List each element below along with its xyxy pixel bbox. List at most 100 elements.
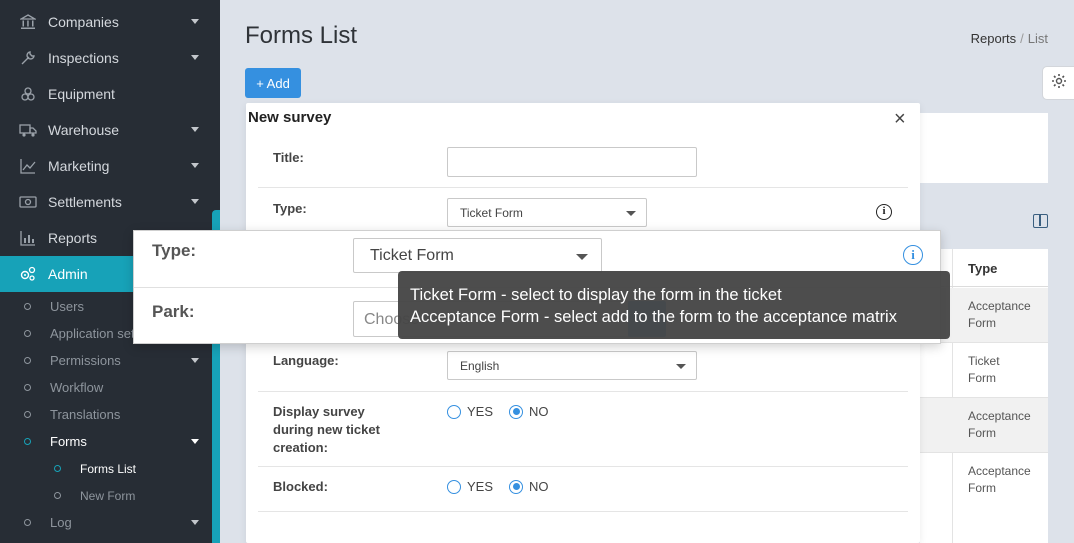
close-icon[interactable]: × [894,109,906,129]
sidebar-item-label: Warehouse [48,122,120,138]
display-survey-radio-group: YES NO [447,404,565,419]
language-row: Language: English [258,340,908,392]
breadcrumb-reports[interactable]: Reports [971,31,1017,46]
blocked-row: Blocked: YES NO [258,467,908,512]
display-survey-label: Display survey during new ticket creatio… [273,403,380,457]
display-survey-row: Display survey during new ticket creatio… [258,392,908,467]
table-row[interactable]: Acceptance Form [920,398,1048,453]
circle-icon [24,411,31,418]
add-button[interactable]: + Add [245,68,301,98]
circle-icon [24,330,31,337]
sidebar-subitem-label: Permissions [50,353,121,368]
display-survey-label-line3: creation: [273,440,328,455]
settings-tab[interactable] [1042,66,1074,100]
table-row[interactable]: Acceptance Form [920,453,1048,543]
circle-icon [24,519,31,526]
chevron-down-icon [576,254,588,260]
sidebar-item-warehouse[interactable]: Warehouse [0,112,212,148]
radio-label: NO [529,479,549,494]
cell-type-line1: Acceptance [968,299,1031,313]
equipment-icon [19,85,37,103]
blocked-yes-radio[interactable] [447,479,461,494]
sidebar-subitem-new-form[interactable]: New Form [0,482,212,509]
type-select-value: Ticket Form [460,206,523,220]
circle-icon [24,438,31,445]
zoom-type-label: Type: [152,241,197,260]
type-select[interactable]: Ticket Form [447,198,647,227]
columns-icon[interactable] [1033,214,1048,228]
title-row: Title: [258,136,908,188]
info-icon[interactable]: i [876,204,892,220]
chevron-down-icon [191,163,199,168]
display-survey-yes-radio[interactable] [447,404,461,419]
blocked-label: Blocked: [273,479,328,494]
sidebar-subitem-label: Translations [50,407,121,422]
sidebar-subitem-label: Log [50,515,72,530]
sidebar-subitem-label: New Form [80,488,136,503]
display-survey-no-radio[interactable] [509,404,524,419]
sidebar-subitem-label: Forms [50,434,87,449]
sidebar-item-companies[interactable]: Companies [0,4,212,40]
language-select[interactable]: English [447,351,697,380]
cogs-icon [19,265,37,283]
tooltip-line2: Acceptance Form - select add to the form… [410,308,897,326]
chevron-down-icon [191,19,199,24]
title-label: Title: [273,150,304,165]
sidebar-item-inspections[interactable]: Inspections [0,40,212,76]
radio-label: YES [467,404,494,419]
chevron-down-icon [191,55,199,60]
sidebar-item-label: Reports [48,230,98,246]
circle-icon [24,357,31,364]
sidebar-subitem-label: Users [50,299,84,314]
display-survey-label-line2: during new ticket [273,422,380,437]
sidebar-subitem-label: Forms List [80,461,137,476]
gear-icon [1051,73,1067,94]
sidebar-subitem-forms[interactable]: Forms [0,428,212,455]
zoom-type-select-value: Ticket Form [370,247,454,264]
sidebar-item-marketing[interactable]: Marketing [0,148,212,184]
chevron-down-icon [191,199,199,204]
sidebar-subitem-label: Application sett [50,326,139,341]
sidebar-item-label: Companies [48,14,119,30]
display-survey-label-line1: Display survey [273,404,365,419]
circle-icon [24,384,31,391]
sidebar-item-settlements[interactable]: Settlements [0,184,212,220]
sidebar-subitem-permissions[interactable]: Permissions [0,347,212,374]
chart-line-icon [19,157,37,175]
money-icon [19,193,37,211]
sidebar-subitem-workflow[interactable]: Workflow [0,374,212,401]
tooltip-line1: Ticket Form - select to display the form… [410,286,782,304]
cell-type-line2: Form [968,316,996,330]
filter-card [920,113,1048,183]
breadcrumb-separator: / [1020,31,1024,46]
breadcrumb: Reports / List [971,31,1048,46]
sidebar-subitem-label: Workflow [50,380,104,395]
sidebar-item-equipment[interactable]: Equipment [0,76,212,112]
bank-icon [19,13,37,31]
radio-label: NO [529,404,549,419]
circle-icon [54,492,61,499]
chevron-down-icon [676,364,686,369]
bar-chart-icon [19,229,37,247]
table-row[interactable]: Ticket Form [920,343,1048,398]
zoom-type-select[interactable]: Ticket Form [353,238,602,273]
chevron-down-icon [191,520,199,525]
sidebar-subitem-forms-list[interactable]: Forms List [0,455,212,482]
circle-icon [24,303,31,310]
blocked-no-radio[interactable] [509,479,524,494]
sidebar-subitem-translations[interactable]: Translations [0,401,212,428]
type-label: Type: [273,201,307,216]
cell-type-line1: Ticket [968,354,1000,368]
chevron-down-icon [191,127,199,132]
title-input[interactable] [447,147,697,177]
circle-icon [54,465,61,472]
sidebar-item-label: Equipment [48,86,115,102]
radio-label: YES [467,479,494,494]
cell-type-line2: Form [968,371,996,385]
sidebar-subitem-log[interactable]: Log [0,509,212,536]
cell-type-line1: Acceptance [968,464,1031,478]
cell-type-line2: Form [968,481,996,495]
sidebar-item-label: Settlements [48,194,122,210]
modal-title: New survey [248,109,332,126]
info-icon[interactable]: i [903,245,923,265]
